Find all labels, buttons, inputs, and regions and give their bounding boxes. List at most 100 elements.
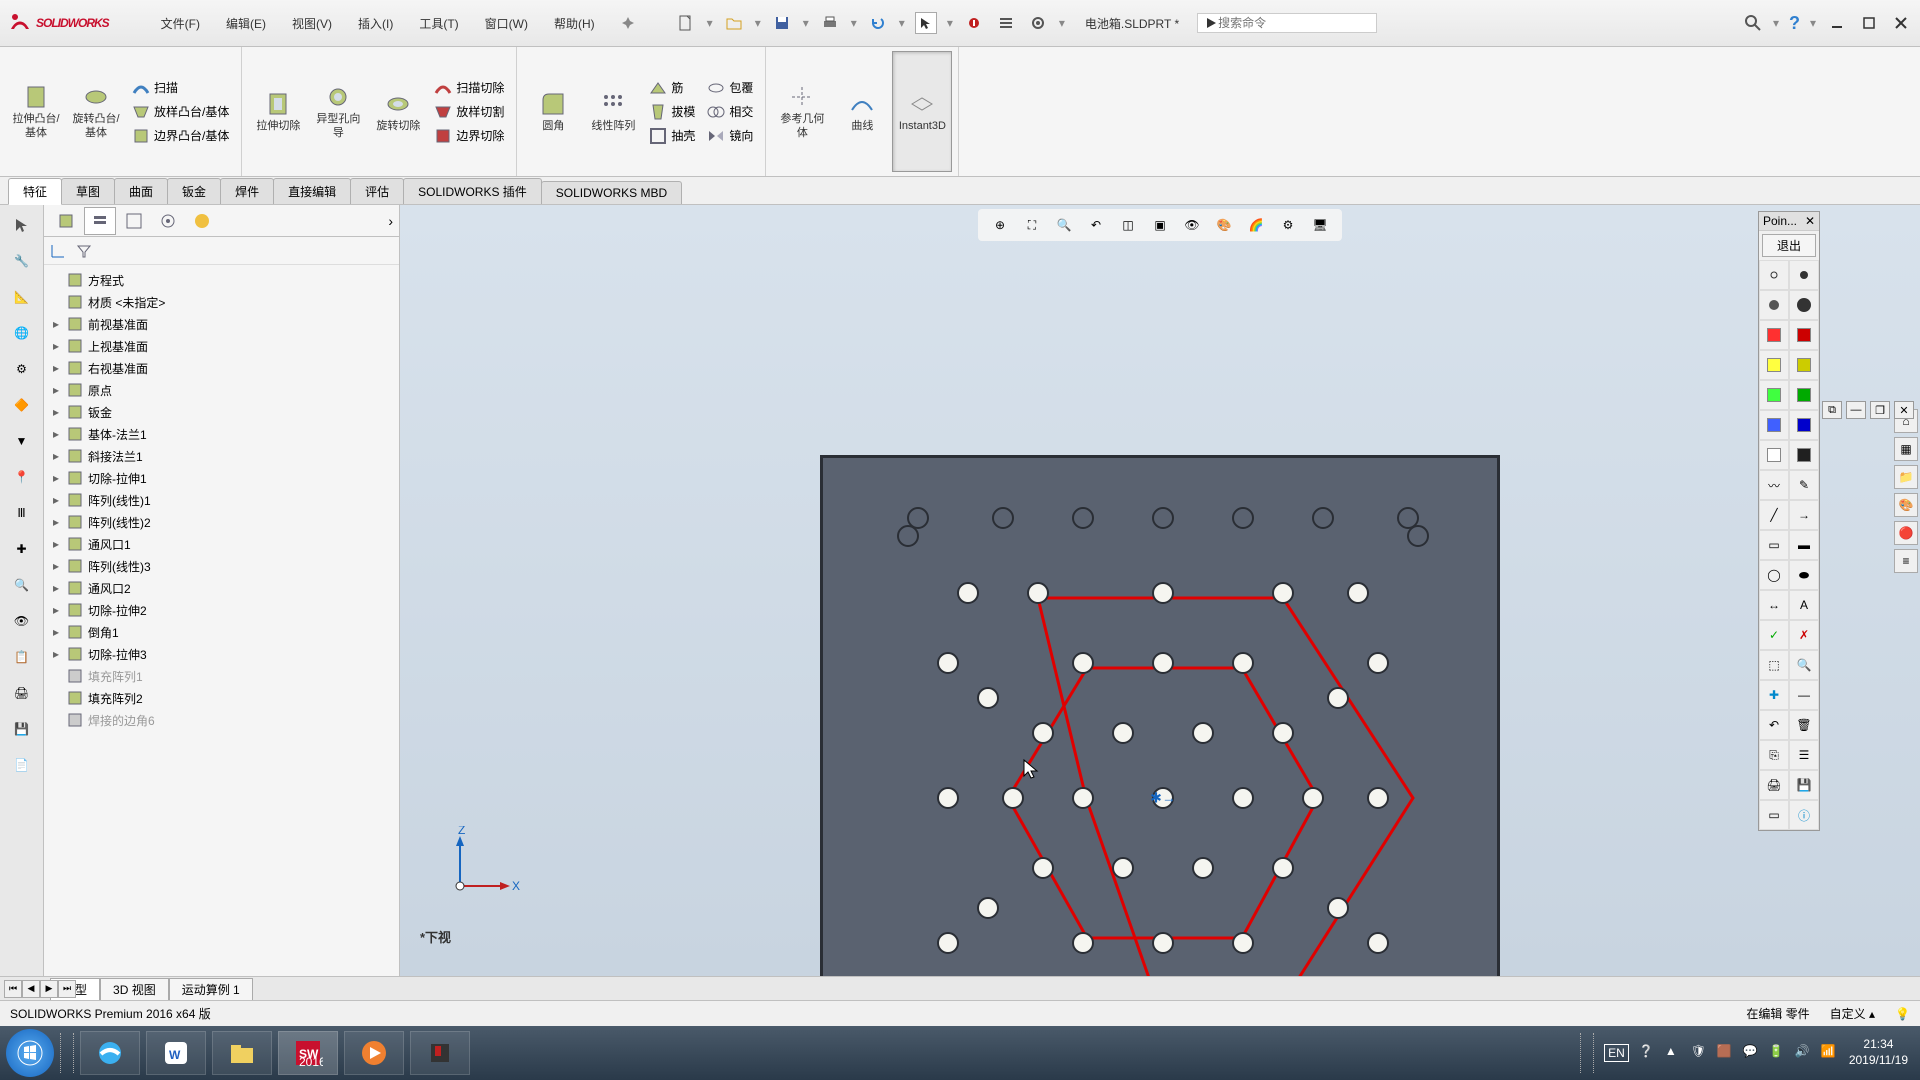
tool-icon[interactable]: 👁 [10,609,34,633]
view-triad[interactable]: Z X [440,826,520,906]
arrow-icon[interactable]: → [1789,500,1819,530]
tray-volume-icon[interactable]: 🔊 [1795,1044,1813,1062]
properties-icon[interactable]: ≡ [1894,549,1918,573]
tree-item[interactable]: 填充阵列2 [46,687,397,709]
hole-wizard-button[interactable]: 异型孔向导 [308,51,368,172]
tab-prev-icon[interactable]: ◀ [22,980,40,998]
taskbar-wps[interactable]: W [146,1031,206,1075]
tab-first-icon[interactable]: ⏮ [4,980,22,998]
exit-button[interactable]: 退出 [1762,234,1816,257]
tree-item[interactable]: ▸前视基准面 [46,313,397,335]
curve-icon[interactable]: 〰 [1759,470,1789,500]
line-icon[interactable]: ╱ [1759,500,1789,530]
zoom-area-icon[interactable]: 🔍 [1052,213,1076,237]
library-icon[interactable]: 📁 [1894,465,1918,489]
tree-item[interactable]: ▸倒角1 [46,621,397,643]
tree-item[interactable]: ▸阵列(线性)1 [46,489,397,511]
tree-item[interactable]: ▸切除-拉伸2 [46,599,397,621]
sweep-cut-button[interactable]: 扫描切除 [428,77,510,99]
search-input[interactable] [1218,16,1348,30]
minus-icon[interactable]: — [1789,680,1819,710]
color-swatch[interactable] [1789,350,1819,380]
mirror-button[interactable]: 镜向 [701,125,759,147]
curves-button[interactable]: 曲线 [832,51,892,172]
search-icon[interactable] [1743,13,1763,33]
tool-icon[interactable]: ✚ [10,537,34,561]
tool-icon[interactable]: 🖨 [10,681,34,705]
copy-icon[interactable]: ⎘ [1759,740,1789,770]
bottom-tab-motion[interactable]: 运动算例 1 [169,978,253,1000]
revolve-cut-button[interactable]: 旋转切除 [368,51,428,172]
extrude-boss-button[interactable]: 拉伸凸台/基体 [6,51,66,172]
tool-icon[interactable]: 💾 [10,717,34,741]
color-swatch[interactable] [1789,320,1819,350]
tool-icon[interactable]: ▼ [10,429,34,453]
taskbar-ie[interactable] [80,1031,140,1075]
tray-chat-icon[interactable]: 💬 [1743,1044,1761,1062]
tree-item[interactable]: ▸上视基准面 [46,335,397,357]
tab-mbd[interactable]: SOLIDWORKS MBD [541,181,682,204]
close-button[interactable] [1890,12,1912,34]
ellipse-icon[interactable]: ◯ [1759,560,1789,590]
language-indicator[interactable]: EN [1604,1044,1629,1062]
fm-tab-appearance[interactable] [186,207,218,235]
filter-icon[interactable] [76,243,92,259]
tree-item[interactable]: ▸右视基准面 [46,357,397,379]
print-icon[interactable]: 🖨 [1759,770,1789,800]
tree-item[interactable]: ▸切除-拉伸3 [46,643,397,665]
window-icon[interactable]: ▭ [1759,800,1789,830]
color-swatch[interactable] [1789,440,1819,470]
color-swatch[interactable] [1759,350,1789,380]
tab-sheetmetal[interactable]: 钣金 [167,178,221,204]
doc-newwindow-button[interactable]: ⧉ [1822,401,1842,419]
menu-window[interactable]: 窗口(W) [473,11,540,36]
filled-rect-icon[interactable]: ▬ [1789,530,1819,560]
list-icon[interactable]: ☰ [1789,740,1819,770]
crop-icon[interactable]: ⬚ [1759,650,1789,680]
fm-tab-config[interactable] [152,207,184,235]
tree-item[interactable]: ▸斜接法兰1 [46,445,397,467]
tab-directedit[interactable]: 直接编辑 [273,178,351,204]
section-view-icon[interactable]: ◫ [1116,213,1140,237]
point-large-filled-icon[interactable] [1789,290,1819,320]
revolve-boss-button[interactable]: 旋转凸台/基体 [66,51,126,172]
fm-tab-assembly[interactable] [50,207,82,235]
save-icon[interactable]: 💾 [1789,770,1819,800]
tree-item[interactable]: 方程式 [46,269,397,291]
tree-item[interactable]: ▸通风口1 [46,533,397,555]
save-button[interactable] [771,12,793,34]
bottom-tab-3dview[interactable]: 3D 视图 [100,978,169,1000]
maximize-button[interactable] [1858,12,1880,34]
tool-icon[interactable]: Ⅲ [10,501,34,525]
boundary-cut-button[interactable]: 边界切除 [428,125,510,147]
linear-pattern-button[interactable]: 线性阵列 [583,51,643,172]
panel-close-icon[interactable]: ✕ [1805,214,1815,228]
rebuild-button[interactable] [963,12,985,34]
point-panel[interactable]: Poin...✕ 退出 〰 ✎ ╱ → ▭ ▬ ◯ ⬬ ↔ A ✓ [1758,211,1820,831]
minimize-button[interactable] [1826,12,1848,34]
reference-geometry-button[interactable]: 参考几何体 [772,51,832,172]
menu-tools[interactable]: 工具(T) [407,11,470,36]
menu-help[interactable]: 帮助(H) [542,11,607,36]
rect-icon[interactable]: ▭ [1759,530,1789,560]
view-settings-icon[interactable]: ⚙ [1276,213,1300,237]
tool-icon[interactable]: 🔶 [10,393,34,417]
tray-network-icon[interactable]: 📶 [1821,1044,1839,1062]
menu-file[interactable]: 文件(F) [149,11,212,36]
check-icon[interactable]: ✓ [1759,620,1789,650]
delete-icon[interactable]: 🗑 [1789,710,1819,740]
print-button[interactable] [819,12,841,34]
tray-cube-icon[interactable]: 🟫 [1717,1044,1735,1062]
filled-ellipse-icon[interactable]: ⬬ [1789,560,1819,590]
shell-button[interactable]: 抽壳 [643,125,701,147]
tree-item[interactable]: 填充阵列1 [46,665,397,687]
wrap-button[interactable]: 包覆 [701,77,759,99]
tree-item[interactable]: ▸通风口2 [46,577,397,599]
taskbar-media[interactable] [344,1031,404,1075]
tab-weldments[interactable]: 焊件 [220,178,274,204]
info-icon[interactable]: ⓘ [1789,800,1819,830]
options-button[interactable] [995,12,1017,34]
expand-icon[interactable]: › [388,213,393,229]
sweep-button[interactable]: 扫描 [126,77,235,99]
undo-icon[interactable]: ↶ [1759,710,1789,740]
